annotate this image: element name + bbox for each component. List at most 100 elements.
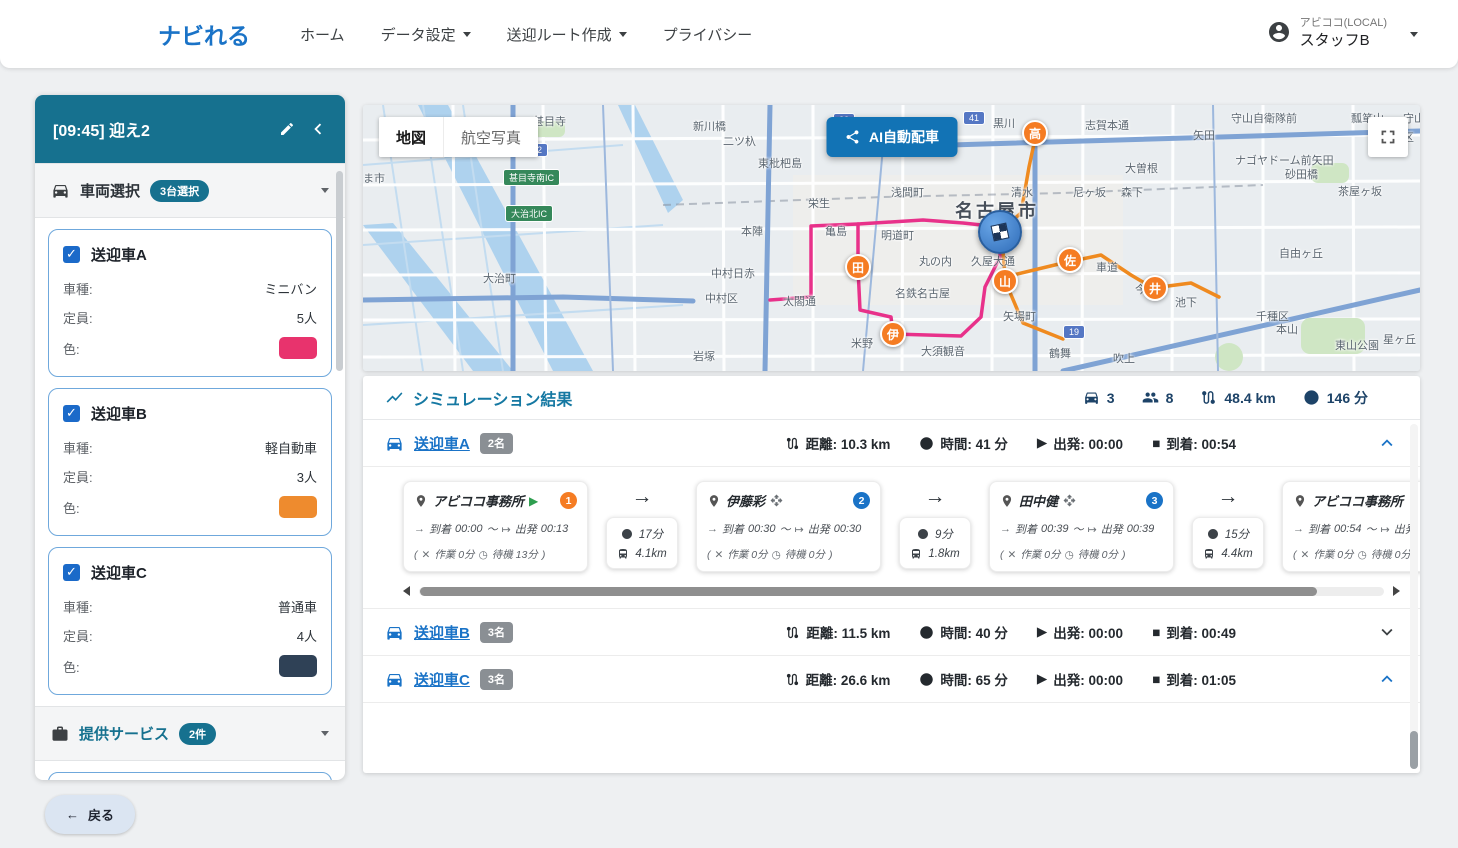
leg-duration: 15分 xyxy=(1225,526,1249,542)
scrollbar-thumb[interactable] xyxy=(420,587,1317,596)
car-icon xyxy=(385,623,404,642)
timeline-stop-card-3[interactable]: 田中健 3 → 到着 00:39 ～ ↦ 出発 00:39 xyxy=(989,481,1174,572)
leg-arrow-icon: → xyxy=(1218,485,1239,509)
timeline-stop-card-1[interactable]: アビココ事務所 ▶ 1 → 到着 00:00 ～ ↦ 出発 00:13 xyxy=(403,481,588,572)
map-stop-marker[interactable]: 佐 xyxy=(1057,247,1083,273)
arrive-icon: → xyxy=(1293,523,1304,535)
map-stop-marker[interactable]: 田 xyxy=(845,254,871,280)
stop-name: アビココ事務所 xyxy=(1312,491,1403,510)
wait-time: 待機 13分 xyxy=(492,547,538,562)
map-stop-marker[interactable]: 山 xyxy=(992,268,1018,294)
timeline-separator: → 9分 1.8km xyxy=(893,481,977,572)
expand-row-button[interactable] xyxy=(1376,621,1398,643)
vehicle-result-name[interactable]: 送迎車B xyxy=(414,622,470,643)
map-canvas[interactable]: ま市甚目寺甚目寺南IC大治北IC302224119新川橋二ツ杁東枇杷島西区黒川志… xyxy=(363,105,1420,371)
vehicle-result-metrics: 距離: 10.3 km 時間: 41 分 ▶出発: 00:00 ■到着: 00:… xyxy=(785,433,1236,453)
timeline-separator: → 15分 4.4km xyxy=(1186,481,1270,572)
vehicle-checkbox[interactable]: ✓ xyxy=(63,405,80,422)
timeline-leg-card-2: 9分 1.8km xyxy=(899,517,970,569)
stat-vehicles-value: 3 xyxy=(1107,390,1115,406)
scrollbar-track[interactable] xyxy=(419,587,1384,596)
ai-auto-dispatch-button[interactable]: AI自動配車 xyxy=(826,117,957,157)
share-route-icon xyxy=(844,129,860,145)
vehicle-count-badge: 3台選択 xyxy=(150,180,209,202)
arrive-time: 00:30 xyxy=(748,523,776,535)
map-stop-marker[interactable]: 伊 xyxy=(880,321,906,347)
vehicle-result-name[interactable]: 送迎車C xyxy=(414,669,470,690)
depart-icon: ↦ xyxy=(502,523,511,536)
drag-move-icon[interactable] xyxy=(770,494,783,507)
stat-passengers-value: 8 xyxy=(1166,390,1174,406)
map-stop-marker[interactable]: 井 xyxy=(1142,275,1168,301)
vehicle-color-swatch xyxy=(279,496,317,518)
vehicle-result-row-b[interactable]: 送迎車B 3名 距離: 11.5 km 時間: 40 分 ▶出発: 00:00 … xyxy=(363,609,1420,656)
vehicle-checkbox[interactable]: ✓ xyxy=(63,564,80,581)
vehicle-capacity-value: 3人 xyxy=(297,467,317,486)
service-item-card[interactable]: 全日デイ xyxy=(48,772,332,780)
vehicle-card-c[interactable]: ✓ 送迎車C 車種:普通車 定員:4人 色: xyxy=(48,547,332,695)
bus-icon xyxy=(910,548,922,560)
drag-move-icon[interactable] xyxy=(1063,494,1076,507)
collapse-sidebar-icon[interactable] xyxy=(307,118,329,140)
chevron-up-icon xyxy=(1376,668,1398,690)
chevron-down-icon[interactable] xyxy=(321,731,329,736)
vehicle-capacity-value: 4人 xyxy=(297,626,317,645)
vehicle-card-a[interactable]: ✓ 送迎車A 車種:ミニバン 定員:5人 色: xyxy=(48,229,332,377)
clock-icon xyxy=(919,436,934,451)
map-type-aerial-button[interactable]: 航空写真 xyxy=(443,117,538,157)
nav-item-data-settings[interactable]: データ設定 xyxy=(381,24,471,45)
arrive-time: 00:00 xyxy=(455,523,483,535)
stop-icon: ■ xyxy=(1152,672,1160,687)
results-summary-stats: 3 8 48.4 km 146 分 xyxy=(1083,388,1368,408)
vehicle-result-name[interactable]: 送迎車A xyxy=(414,433,470,454)
stop-icon: ■ xyxy=(1152,625,1160,640)
app-logo[interactable]: ナビれる xyxy=(158,17,250,51)
work-time: 作業 0分 xyxy=(727,547,767,562)
vehicle-depart: 出発: 00:00 xyxy=(1053,669,1123,689)
nav-item-home[interactable]: ホーム xyxy=(300,24,345,45)
edit-icon[interactable] xyxy=(279,121,295,137)
collapse-row-button[interactable] xyxy=(1376,668,1398,690)
map-destination-marker[interactable] xyxy=(978,210,1022,254)
timeline-stop-card-2[interactable]: 伊藤彩 2 → 到着 00:30 ～ ↦ 出発 00:30 xyxy=(696,481,881,572)
chevron-down-icon[interactable] xyxy=(321,188,329,193)
leg-duration: 9分 xyxy=(935,526,953,542)
stop-order-badge: 2 xyxy=(853,492,870,509)
leg-distance: 4.4km xyxy=(1221,548,1252,560)
scroll-left-button[interactable] xyxy=(403,586,410,596)
nav-item-label: データ設定 xyxy=(381,24,456,45)
scroll-right-button[interactable] xyxy=(1393,586,1400,596)
stat-duration: 146 分 xyxy=(1303,388,1368,408)
stop-name: 田中健 xyxy=(1019,491,1058,510)
service-section-header[interactable]: 提供サービス 2件 xyxy=(35,706,345,761)
map-stop-marker[interactable]: 高 xyxy=(1022,120,1048,146)
checkered-flag-icon xyxy=(991,223,1010,242)
nav-item-privacy[interactable]: プライバシー xyxy=(663,24,753,45)
ai-button-label: AI自動配車 xyxy=(869,127,939,147)
nav-item-route-create[interactable]: 送迎ルート作成 xyxy=(507,24,627,45)
vehicle-result-row-a[interactable]: 送迎車A 2名 距離: 10.3 km 時間: 41 分 ▶出発: 00:00 … xyxy=(363,420,1420,467)
vehicle-card-b[interactable]: ✓ 送迎車B 車種:軽自動車 定員:3人 色: xyxy=(48,388,332,536)
depart-time: 00:30 xyxy=(834,523,862,535)
back-button[interactable]: ← 戻る xyxy=(45,795,135,834)
collapse-row-button[interactable] xyxy=(1376,432,1398,454)
arrive-label: 到着 xyxy=(429,521,451,537)
scrollbar-thumb[interactable] xyxy=(1410,731,1418,769)
vehicle-result-row-c[interactable]: 送迎車C 3名 距離: 26.6 km 時間: 65 分 ▶出発: 00:00 … xyxy=(363,656,1420,703)
user-menu[interactable]: アビココ(LOCAL) スタッフB xyxy=(1267,16,1418,51)
depart-time: 00:39 xyxy=(1127,523,1155,535)
depart-label: 出発 xyxy=(515,521,537,537)
route-icon xyxy=(785,625,800,640)
vehicle-section-header[interactable]: 車両選択 3台選択 xyxy=(35,163,345,218)
timeline-stop-card-4[interactable]: アビココ事務所 ■ → 到着 00:54 ～ ↦ 出発 xyxy=(1282,481,1420,572)
sidebar-scrollbar-thumb[interactable] xyxy=(336,171,343,371)
tilde-separator: ～ xyxy=(1366,521,1377,537)
simulation-results-panel: シミュレーション結果 3 8 48.4 km xyxy=(363,376,1420,773)
nav-item-label: ホーム xyxy=(300,24,345,45)
vehicle-checkbox[interactable]: ✓ xyxy=(63,246,80,263)
depart-icon: ↦ xyxy=(1088,523,1097,536)
location-pin-icon xyxy=(1293,494,1307,508)
fullscreen-button[interactable] xyxy=(1368,117,1408,157)
results-vertical-scrollbar[interactable] xyxy=(1410,424,1418,769)
map-type-map-button[interactable]: 地図 xyxy=(379,117,443,157)
